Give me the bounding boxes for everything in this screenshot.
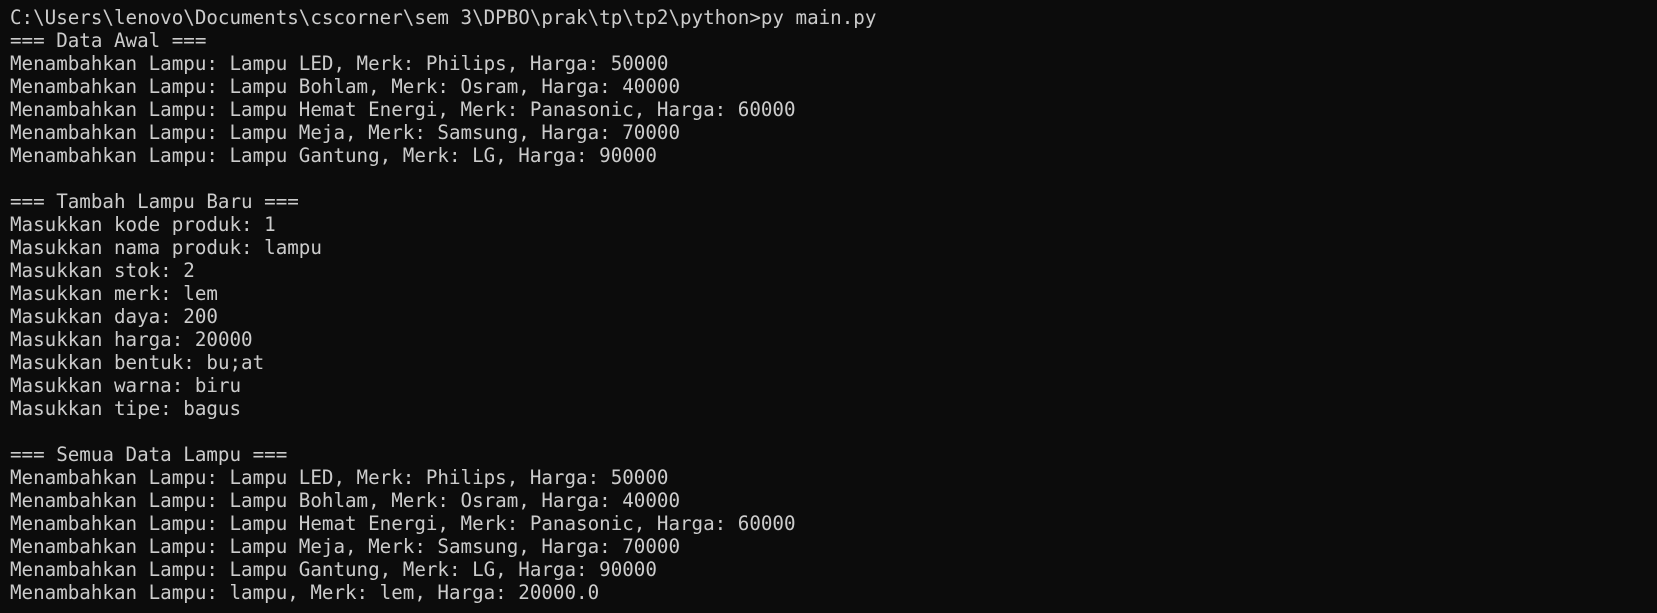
output-line: Menambahkan Lampu: Lampu Gantung, Merk: … — [10, 144, 657, 167]
terminal-window[interactable]: C:\Users\lenovo\Documents\cscorner\sem 3… — [0, 0, 1657, 613]
input-prompt-label: Masukkan harga: — [10, 328, 195, 351]
input-prompt-line: Masukkan merk: lem — [10, 282, 1657, 305]
output-line: Menambahkan Lampu: Lampu Bohlam, Merk: O… — [10, 75, 681, 98]
input-value: 1 — [264, 213, 276, 236]
section-header-initial: === Data Awal === — [10, 29, 207, 52]
input-prompt-line: Masukkan bentuk: bu;at — [10, 351, 1657, 374]
input-value: bu;at — [206, 351, 265, 374]
input-value: 200 — [183, 305, 218, 328]
input-prompt-line: Masukkan kode produk: 1 — [10, 213, 1657, 236]
input-prompt-line: Masukkan warna: biru — [10, 374, 1657, 397]
input-prompt-label: Masukkan daya: — [10, 305, 184, 328]
input-prompt-label: Masukkan merk: — [10, 282, 184, 305]
output-line: Menambahkan Lampu: Lampu LED, Merk: Phil… — [10, 466, 669, 489]
input-prompt-line: Masukkan harga: 20000 — [10, 328, 1657, 351]
input-prompt-line: Masukkan daya: 200 — [10, 305, 1657, 328]
output-line: Menambahkan Lampu: Lampu Hemat Energi, M… — [10, 98, 796, 121]
input-value: 20000 — [194, 328, 253, 351]
output-line: Menambahkan Lampu: lampu, Merk: lem, Har… — [10, 581, 600, 604]
output-line: Menambahkan Lampu: Lampu Meja, Merk: Sam… — [10, 121, 681, 144]
input-value: lampu — [264, 236, 322, 259]
output-line: Menambahkan Lampu: Lampu LED, Merk: Phil… — [10, 52, 669, 75]
output-line: Menambahkan Lampu: Lampu Gantung, Merk: … — [10, 558, 657, 581]
section-header-add: === Tambah Lampu Baru === — [10, 190, 299, 213]
output-line: Menambahkan Lampu: Lampu Bohlam, Merk: O… — [10, 489, 681, 512]
input-prompt-label: Masukkan kode produk: — [10, 213, 265, 236]
output-line: Menambahkan Lampu: Lampu Meja, Merk: Sam… — [10, 535, 681, 558]
typed-command: py main.py — [760, 6, 877, 29]
input-prompt-label: Masukkan nama produk: — [10, 236, 265, 259]
input-prompt-label: Masukkan stok: — [10, 259, 184, 282]
input-value: biru — [194, 374, 242, 397]
command-line: C:\Users\lenovo\Documents\cscorner\sem 3… — [10, 6, 1657, 29]
shell-prompt: C:\Users\lenovo\Documents\cscorner\sem 3… — [10, 6, 761, 29]
input-prompt-label: Masukkan tipe: — [10, 397, 184, 420]
output-line: Menambahkan Lampu: Lampu Hemat Energi, M… — [10, 512, 796, 535]
input-value: bagus — [183, 397, 242, 420]
input-value: 2 — [183, 259, 195, 282]
input-prompt-line: Masukkan stok: 2 — [10, 259, 1657, 282]
input-prompt-label: Masukkan bentuk: — [10, 351, 207, 374]
section-header-all: === Semua Data Lampu === — [10, 443, 288, 466]
input-prompt-line: Masukkan nama produk: lampu — [10, 236, 1657, 259]
input-value: lem — [183, 282, 218, 305]
input-prompt-label: Masukkan warna: — [10, 374, 195, 397]
input-prompt-line: Masukkan tipe: bagus — [10, 397, 1657, 420]
